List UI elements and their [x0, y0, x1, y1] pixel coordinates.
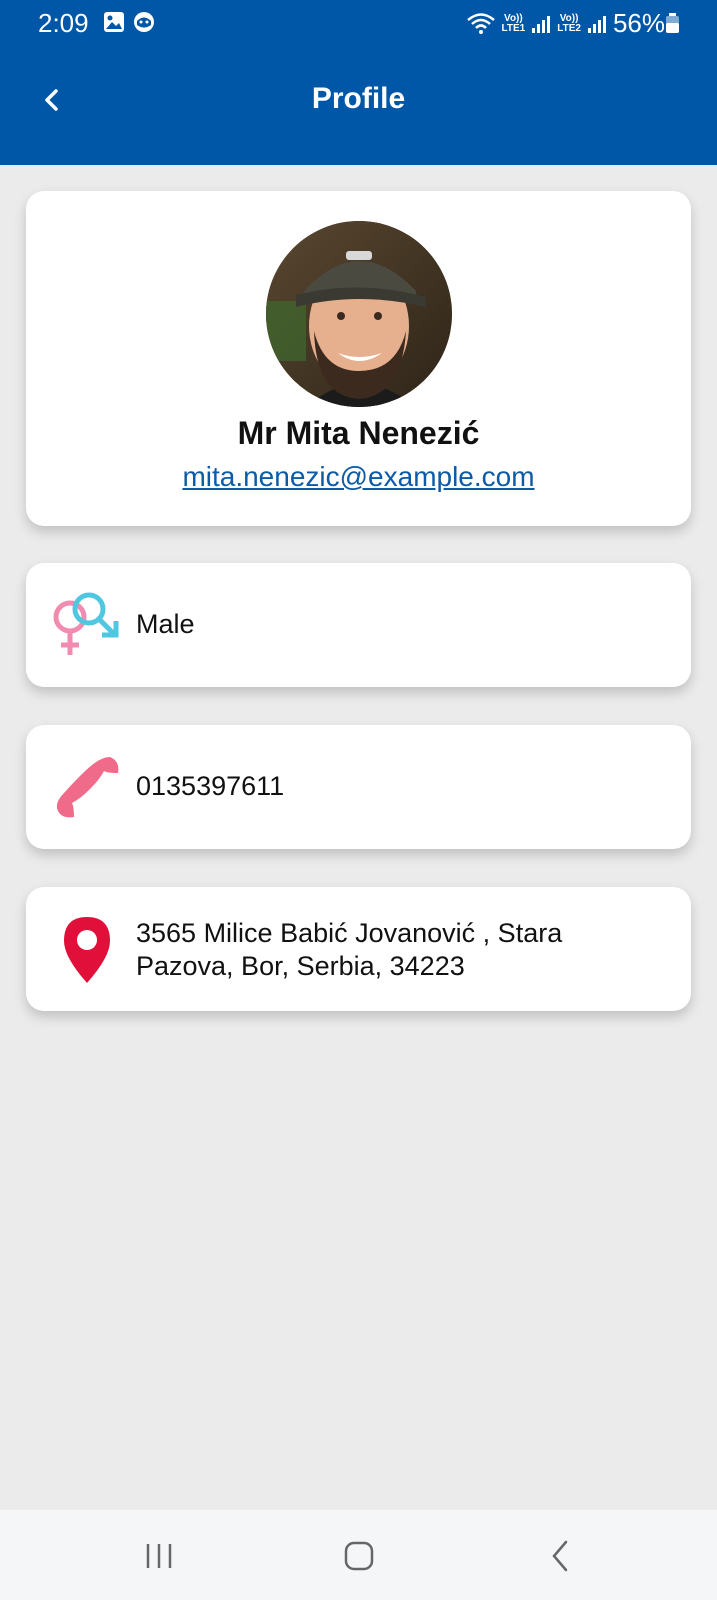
status-system-icons: Vo)) LTE1 Vo)) LTE2 56% — [466, 8, 665, 39]
page-title: Profile — [311, 82, 406, 115]
home-button[interactable] — [329, 1534, 389, 1578]
address-value: 3565 Milice Babić Jovanović , Stara Pazo… — [136, 917, 562, 983]
sim2-label: Vo)) LTE2 — [557, 12, 581, 34]
app-bar: Profile — [0, 48, 717, 165]
signal-icon — [532, 15, 551, 33]
battery-percent: 56% — [612, 8, 665, 38]
profile-email-link[interactable]: mita.nenezic@example.com — [26, 461, 691, 493]
status-time: 2:09 — [38, 8, 89, 38]
location-pin-icon — [64, 917, 110, 983]
avatar — [266, 221, 452, 407]
wifi-icon — [466, 12, 495, 34]
gender-card: Male — [26, 563, 691, 687]
face-icon — [134, 12, 154, 32]
gallery-icon — [104, 12, 124, 32]
address-card: 3565 Milice Babić Jovanović , Stara Pazo… — [26, 887, 691, 1011]
profile-card: Mr Mita Nenezić mita.nenezic@example.com — [26, 191, 691, 526]
status-notification-icons — [103, 11, 155, 33]
battery-icon — [666, 13, 679, 33]
status-bar: 2:09 Vo)) LTE1 Vo)) LTE2 56% — [0, 0, 717, 48]
gender-icon — [53, 592, 119, 655]
address-line-1: 3565 Milice Babić Jovanović , Stara — [136, 918, 563, 948]
sim1-label: Vo)) LTE1 — [501, 12, 526, 34]
nav-back-button[interactable] — [530, 1534, 590, 1578]
home-icon — [344, 1541, 374, 1571]
phone-card: 0135397611 — [26, 725, 691, 849]
phone-value[interactable]: 0135397611 — [136, 770, 284, 803]
recent-apps-button[interactable] — [129, 1534, 189, 1578]
avatar-image — [266, 221, 452, 407]
gender-value: Male — [136, 609, 195, 639]
address-line-2: Pazova, Bor, Serbia, 34223 — [136, 951, 465, 981]
system-nav-bar — [0, 1510, 717, 1600]
profile-name: Mr Mita Nenezić — [237, 415, 480, 451]
signal-icon — [587, 15, 606, 33]
phone-icon — [56, 757, 119, 818]
back-icon — [552, 1540, 568, 1572]
recent-apps-icon — [146, 1544, 172, 1568]
